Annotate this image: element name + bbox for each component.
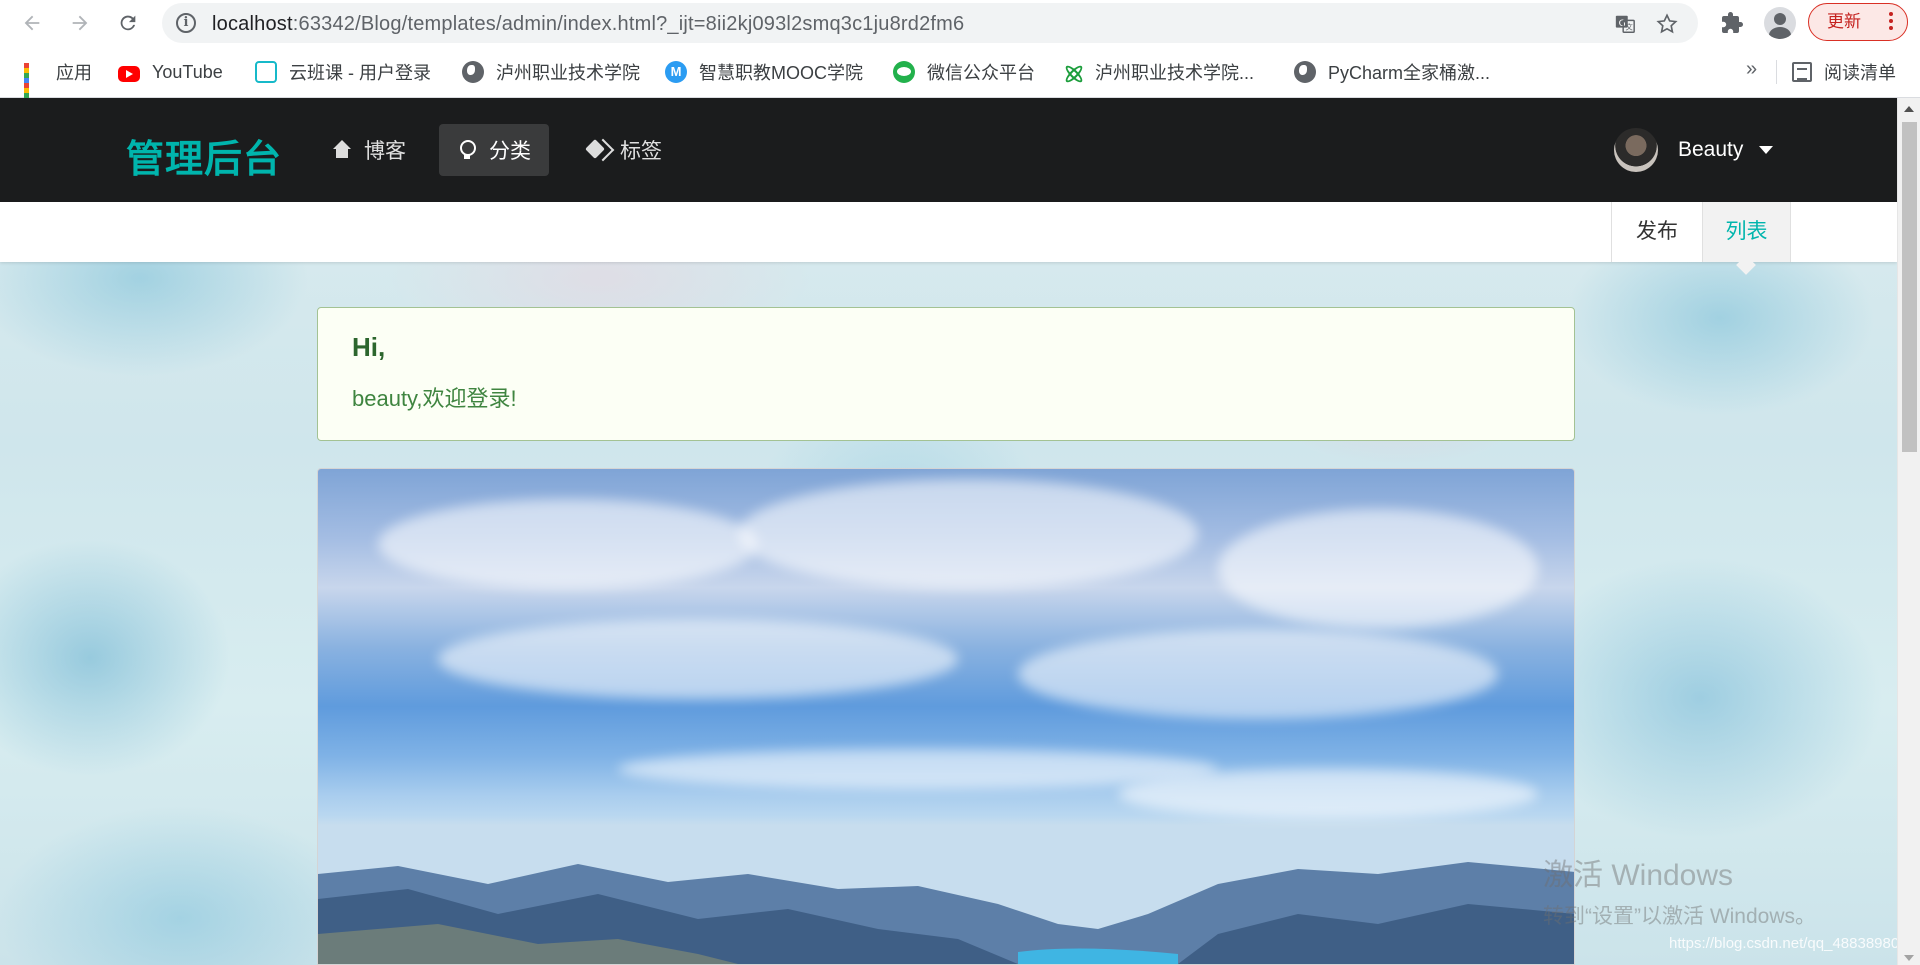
bookmark-star-icon[interactable] [1656, 13, 1678, 35]
activate-title: 激活 Windows [1543, 859, 1734, 892]
globe-icon [1294, 61, 1316, 83]
bookmark-wechat[interactable]: 微信公众平台 [893, 59, 1035, 85]
bookmarks-bar: 应用 YouTube 云班课 - 用户登录 泸州职业技术学院 M 智慧职教MOO… [0, 46, 1920, 108]
bookmark-label: 微信公众平台 [927, 63, 1035, 83]
arrow-right-icon [72, 15, 88, 31]
update-label: 更新 [1827, 12, 1861, 31]
scroll-down-arrow-icon[interactable] [1904, 955, 1914, 961]
youtube-icon [118, 65, 140, 82]
reading-list-label: 阅读清单 [1824, 63, 1896, 83]
vertical-scrollbar[interactable] [1897, 98, 1920, 965]
apps-icon [22, 61, 44, 108]
caret-down-icon [1759, 146, 1774, 154]
cloud [738, 479, 1198, 589]
page-viewport: 管理后台 博客 分类 标签 Beauty 发布 列表 Hi, beauty,欢迎… [0, 98, 1920, 965]
extensions-icon[interactable] [1720, 11, 1744, 35]
bookmark-youtube[interactable]: YouTube [118, 59, 223, 85]
home-icon [332, 140, 352, 160]
brand-title[interactable]: 管理后台 [126, 128, 282, 183]
cloud [1218, 509, 1538, 629]
menu-label: 博客 [364, 140, 406, 163]
address-bar[interactable]: i localhost:63342/Blog/templates/admin/i… [162, 3, 1698, 43]
activate-subtitle: 转到“设置”以激活 Windows。 [1543, 905, 1817, 928]
message-text: beauty,欢迎登录! [352, 386, 517, 411]
back-button[interactable] [18, 9, 46, 37]
bookmark-cloud-class[interactable]: 云班课 - 用户登录 [255, 59, 431, 85]
user-dropdown[interactable]: Beauty [1614, 128, 1774, 172]
admin-top-menu: 管理后台 博客 分类 标签 Beauty [0, 98, 1897, 202]
bookmark-mooc[interactable]: M 智慧职教MOOC学院 [665, 59, 863, 85]
sub-menu-list[interactable]: 列表 [1702, 202, 1791, 262]
reading-list-button[interactable]: 阅读清单 [1792, 59, 1896, 85]
cloud-class-icon [255, 61, 277, 83]
reading-list-icon [1792, 62, 1812, 82]
menu-item-blog[interactable]: 博客 [314, 124, 424, 176]
sub-menu-publish[interactable]: 发布 [1611, 202, 1702, 262]
csdn-watermark: https://blog.csdn.net/qq_48838980 [1669, 935, 1900, 952]
bookmark-pycharm[interactable]: PyCharm全家桶激... [1294, 59, 1490, 85]
lightbulb-icon [457, 140, 477, 160]
bookmark-luzhou-college-2[interactable]: 泸州职业技术学院... [1061, 59, 1254, 85]
cloud [1018, 629, 1498, 719]
bookmark-label: 云班课 - 用户登录 [289, 63, 431, 83]
reload-icon [120, 15, 136, 31]
hero-landscape-image [317, 468, 1575, 965]
kebab-menu-icon [1889, 12, 1893, 32]
svg-text:文: 文 [1625, 23, 1633, 32]
arrow-left-icon [24, 15, 40, 31]
bookmark-apps[interactable]: 应用 [22, 59, 92, 108]
cloud [438, 619, 958, 699]
bookmarks-divider [1776, 60, 1777, 84]
scroll-thumb[interactable] [1902, 122, 1917, 452]
globe-icon [462, 61, 484, 83]
cloud [618, 749, 1218, 789]
reload-button[interactable] [114, 9, 142, 37]
site-info-icon[interactable]: i [176, 13, 196, 33]
more-bookmarks-button[interactable]: » [1746, 58, 1757, 81]
bookmark-label: 智慧职教MOOC学院 [699, 63, 863, 83]
bookmark-label: 泸州职业技术学院 [496, 63, 640, 83]
bookmark-label: PyCharm全家桶激... [1328, 63, 1491, 83]
welcome-message: Hi, beauty,欢迎登录! [317, 307, 1575, 441]
mountain-range [318, 862, 1574, 964]
menu-item-category[interactable]: 分类 [439, 124, 549, 176]
user-name: Beauty [1678, 138, 1744, 161]
mooc-icon: M [665, 61, 687, 83]
translate-icon[interactable]: G文 [1614, 13, 1636, 35]
menu-label: 标签 [620, 140, 662, 163]
url-text[interactable]: localhost:63342/Blog/templates/admin/ind… [212, 13, 964, 36]
browser-toolbar: i localhost:63342/Blog/templates/admin/i… [0, 0, 1920, 46]
update-button[interactable]: 更新 [1808, 3, 1908, 41]
school-icon [1061, 61, 1083, 83]
user-avatar [1614, 128, 1658, 172]
bookmark-label: 应用 [56, 63, 92, 83]
message-header: Hi, [352, 332, 386, 362]
forward-button[interactable] [66, 9, 94, 37]
menu-label: 分类 [489, 140, 531, 163]
secondary-menu: 发布 列表 [0, 202, 1897, 262]
cloud [1118, 769, 1538, 819]
wechat-icon [893, 61, 915, 83]
menu-item-tags[interactable]: 标签 [570, 124, 680, 176]
bookmark-luzhou-college[interactable]: 泸州职业技术学院 [462, 59, 640, 85]
tags-icon [588, 140, 608, 160]
windows-activation-watermark: 激活 Windows 转到“设置”以激活 Windows。 [1543, 850, 1816, 930]
bookmark-label: 泸州职业技术学院... [1095, 63, 1255, 83]
profile-avatar-icon[interactable] [1764, 7, 1796, 39]
scroll-up-arrow-icon[interactable] [1904, 106, 1914, 112]
bookmark-label: YouTube [152, 61, 223, 82]
cloud [378, 499, 758, 589]
